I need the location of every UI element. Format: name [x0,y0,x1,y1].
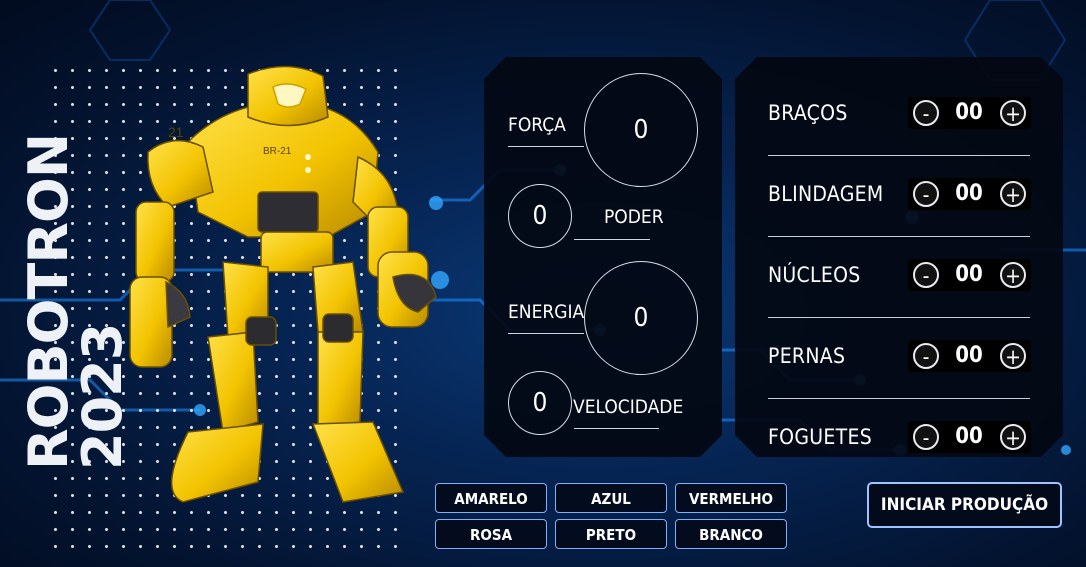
part-row-blindagem: BLINDAGEM - 00 + [768,168,1031,218]
stat-poder-underline [574,239,650,240]
nucleos-increment-button[interactable]: + [1000,262,1026,288]
part-bracos-stepper: - 00 + [908,97,1031,129]
foguetes-increment-button[interactable]: + [1000,424,1026,450]
app-title: ROBOTRON 2023 [17,133,134,470]
part-bracos-label: BRAÇOS [768,101,848,125]
stat-velocidade-value: 0 [532,388,548,418]
stat-velocidade-label: VELOCIDADE [573,396,684,418]
stat-velocidade-underline [574,428,659,429]
part-row-pernas: PERNAS - 00 + [768,330,1031,380]
part-pernas-value: 00 [955,343,983,368]
stat-energia-label: ENERGIA [508,301,585,323]
stat-forca-circle: 0 [584,73,698,187]
stat-poder-label: PODER [604,206,664,228]
pernas-increment-button[interactable]: + [1000,343,1026,369]
part-nucleos-stepper: - 00 + [908,259,1031,291]
part-blindagem-label: BLINDAGEM [768,182,884,206]
part-blindagem-stepper: - 00 + [908,178,1031,210]
pernas-decrement-button[interactable]: - [913,343,939,369]
part-divider [768,398,1030,399]
robot-head-tag: BR-21 [263,146,292,157]
part-nucleos-value: 00 [955,262,983,287]
robot-shoulder-tag: 21 [168,124,184,140]
title-line-1: ROBOTRON [17,133,80,470]
stat-forca-label: FORÇA [508,114,566,136]
color-vermelho-button[interactable]: VERMELHO [675,483,787,513]
color-preto-button[interactable]: PRETO [555,519,667,549]
stat-energia-underline [508,333,584,334]
part-divider [768,236,1030,237]
stat-velocidade-circle: 0 [508,371,572,435]
nucleos-decrement-button[interactable]: - [913,262,939,288]
blindagem-decrement-button[interactable]: - [913,181,939,207]
part-foguetes-label: FOGUETES [768,425,873,449]
color-rosa-button[interactable]: ROSA [435,519,547,549]
bracos-decrement-button[interactable]: - [913,100,939,126]
color-branco-button[interactable]: BRANCO [675,519,787,549]
bracos-increment-button[interactable]: + [1000,100,1026,126]
part-divider [768,155,1030,156]
part-row-nucleos: NÚCLEOS - 00 + [768,249,1031,299]
part-row-foguetes: FOGUETES - 00 + [768,411,1031,461]
part-pernas-stepper: - 00 + [908,340,1031,372]
part-nucleos-label: NÚCLEOS [768,263,861,287]
stat-poder-circle: 0 [508,184,572,248]
part-bracos-value: 00 [955,100,983,125]
part-divider [768,317,1030,318]
title-line-2: 2023 [71,323,134,470]
stat-energia-value: 0 [633,303,649,333]
part-row-bracos: BRAÇOS - 00 + [768,87,1031,137]
stat-energia-circle: 0 [584,261,698,375]
stat-forca-underline [508,146,584,147]
part-foguetes-stepper: - 00 + [908,421,1031,453]
stat-forca-value: 0 [633,115,649,145]
parts-list: BRAÇOS - 00 + BLINDAGEM - 00 + NÚCLEOS -… [735,57,1063,457]
part-blindagem-value: 00 [955,181,983,206]
robot-illustration: BR-21 21 [129,65,437,503]
part-foguetes-value: 00 [955,424,983,449]
blindagem-increment-button[interactable]: + [1000,181,1026,207]
color-azul-button[interactable]: AZUL [555,483,667,513]
foguetes-decrement-button[interactable]: - [913,424,939,450]
color-amarelo-button[interactable]: AMARELO [435,483,547,513]
part-pernas-label: PERNAS [768,344,846,368]
stat-poder-value: 0 [532,201,548,231]
start-production-button[interactable]: INICIAR PRODUÇÃO [867,482,1062,528]
